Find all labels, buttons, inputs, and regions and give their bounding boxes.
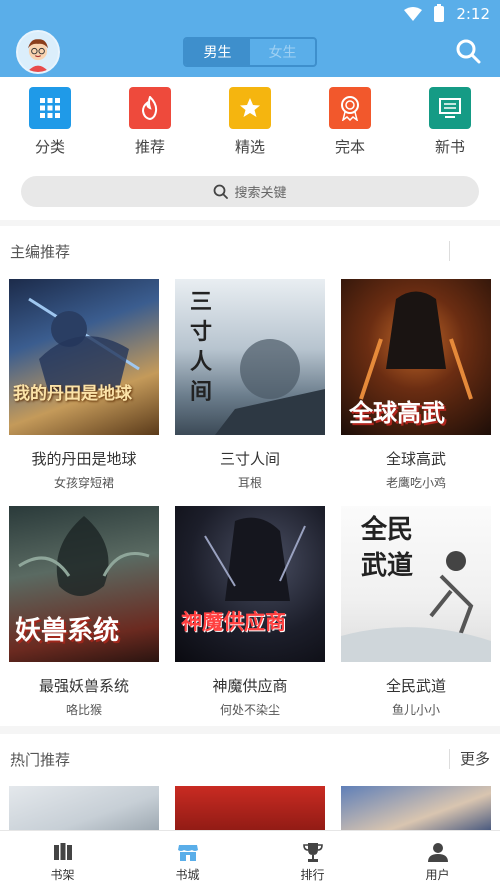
store-icon	[177, 845, 198, 861]
category-featured[interactable]: 精选	[200, 77, 300, 164]
book-cover: 全球高武	[341, 279, 491, 435]
search-icon[interactable]	[455, 38, 481, 64]
status-bar: 2:12	[404, 4, 490, 24]
section-header: 主编推荐	[0, 226, 500, 276]
gender-segment: 男生 女生	[183, 37, 317, 67]
tab-ranking[interactable]: 排行	[250, 831, 375, 888]
avatar-cartoon-icon	[18, 32, 58, 72]
search-area: 搜索关键	[0, 164, 500, 220]
section-title: 主编推荐	[10, 242, 71, 261]
flame-icon	[129, 87, 171, 129]
category-label: 精选	[234, 138, 265, 156]
book-card[interactable]: 我的丹田是地球 我的丹田是地球 女孩穿短裙	[9, 279, 159, 491]
book-cover: 全民武道	[341, 506, 491, 662]
book-author: 咯比猴	[65, 703, 102, 717]
book-cover	[175, 786, 325, 834]
cover-title: 神魔供应商	[181, 609, 286, 634]
cover-title: 全民武道	[361, 515, 414, 581]
bookshelf-icon	[53, 843, 72, 860]
cover-title: 妖兽系统	[15, 616, 120, 646]
segment-male[interactable]: 男生	[185, 39, 250, 65]
tab-label: 书架	[50, 868, 75, 882]
monitor-icon	[429, 87, 471, 129]
category-finished[interactable]: 完本	[300, 77, 400, 164]
book-card[interactable]: 神魔供应商 神魔供应商 何处不染尘	[175, 506, 325, 718]
tab-label: 书城	[175, 868, 200, 882]
book-author: 何处不染尘	[219, 703, 280, 717]
book-card[interactable]	[9, 786, 159, 834]
search-icon	[214, 184, 229, 199]
cover-title: 全球高武	[349, 398, 445, 427]
tab-user[interactable]: 用户	[375, 831, 500, 888]
app-header: 2:12 男生 女生	[0, 0, 500, 77]
category-recommend[interactable]: 推荐	[100, 77, 200, 164]
book-title: 神魔供应商	[212, 677, 288, 695]
hot-picks-section: 热门推荐 更多	[0, 734, 500, 834]
book-card[interactable]: 妖兽系统 最强妖兽系统 咯比猴	[9, 506, 159, 718]
tab-bookshelf[interactable]: 书架	[0, 831, 125, 888]
category-row: 分类 推荐 精选 完本 新书	[0, 77, 500, 164]
search-placeholder: 搜索关键	[234, 186, 287, 201]
book-title: 全民武道	[385, 677, 446, 695]
section-divider	[449, 241, 450, 261]
book-cover	[341, 786, 491, 834]
book-cover: 我的丹田是地球	[9, 279, 159, 435]
tab-label: 排行	[300, 868, 325, 882]
category-new[interactable]: 新书	[400, 77, 500, 164]
category-label: 推荐	[134, 138, 165, 156]
category-classify[interactable]: 分类	[0, 77, 100, 164]
book-card[interactable]	[341, 786, 491, 834]
category-label: 新书	[434, 138, 465, 156]
section-header: 热门推荐 更多	[0, 734, 500, 784]
grid-icon	[29, 87, 71, 129]
book-author: 女孩穿短裙	[53, 476, 114, 490]
medal-icon	[329, 87, 371, 129]
more-link[interactable]: 更多	[448, 749, 490, 769]
book-author: 鱼儿小小	[391, 703, 440, 717]
book-card[interactable]: 全球高武 全球高武 老鹰吃小鸡	[341, 279, 491, 491]
book-author: 老鹰吃小鸡	[385, 476, 446, 490]
segment-female[interactable]: 女生	[250, 39, 315, 65]
book-cover	[9, 786, 159, 834]
cover-title: 我的丹田是地球	[13, 384, 132, 404]
battery-icon	[434, 4, 445, 22]
book-title: 最强妖兽系统	[38, 677, 129, 695]
book-cover: 神魔供应商	[175, 506, 325, 662]
search-input[interactable]: 搜索关键	[21, 176, 479, 207]
avatar[interactable]	[16, 30, 60, 74]
tab-label: 用户	[425, 868, 450, 882]
book-card[interactable]: 全民武道 全民武道 鱼儿小小	[341, 506, 491, 718]
book-cover: 妖兽系统	[9, 506, 159, 662]
book-cover: 三寸人间	[175, 279, 325, 435]
tab-bookstore[interactable]: 书城	[125, 831, 250, 888]
book-title: 我的丹田是地球	[31, 450, 137, 468]
trophy-icon	[302, 843, 323, 862]
user-icon	[427, 843, 448, 862]
category-label: 完本	[334, 138, 365, 156]
star-icon	[229, 87, 271, 129]
book-card[interactable]: 三寸人间 三寸人间 耳根	[175, 279, 325, 491]
status-time: 2:12	[456, 5, 490, 23]
book-title: 全球高武	[385, 450, 446, 468]
book-card[interactable]	[175, 786, 325, 834]
book-title: 三寸人间	[219, 450, 280, 468]
editor-picks-section: 主编推荐 我的丹田是地球 我的丹田是地球 女孩穿短裙 三寸人间 三寸人间 耳根	[0, 226, 500, 726]
section-title: 热门推荐	[10, 750, 71, 769]
book-author: 耳根	[237, 476, 262, 490]
wifi-icon	[404, 7, 423, 21]
cover-title: 三寸人间	[189, 289, 212, 405]
category-label: 分类	[34, 138, 65, 156]
bottom-tab-bar: 书架 书城 排行 用户	[0, 830, 500, 888]
